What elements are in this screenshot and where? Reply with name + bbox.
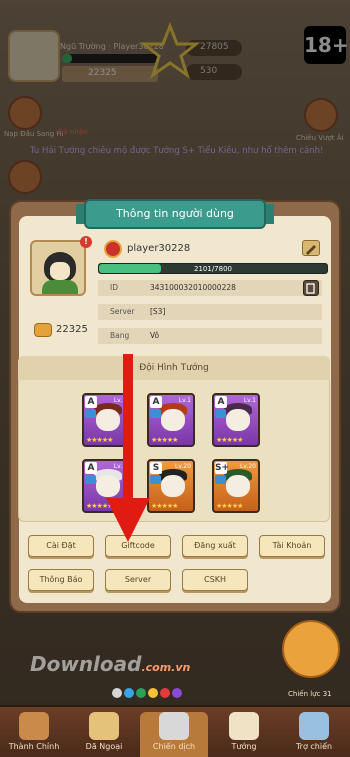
info-label: Bang [110, 331, 130, 340]
info-value: Vô [150, 331, 160, 340]
info-value: 343100032010000228 [150, 283, 236, 292]
watermark-tld: .com.vn [141, 661, 191, 674]
hero-face [161, 409, 185, 431]
copy-id-button[interactable] [303, 280, 319, 296]
hero-rank: A [150, 396, 162, 408]
info-value: [S3] [150, 307, 166, 316]
copy-icon [306, 283, 315, 294]
notice-button[interactable]: Thông Báo [28, 569, 94, 591]
nav-field[interactable]: Dã Ngoại [70, 712, 138, 757]
annotation-arrow-shaft [123, 354, 133, 506]
cskh-button[interactable]: CSKH [182, 569, 248, 591]
swords-icon [159, 712, 189, 740]
hero-face [161, 475, 185, 497]
hero-card[interactable]: A Lv.1 ★★★★★ [212, 393, 260, 447]
nav-campaign[interactable]: Chiến dịch [140, 712, 208, 757]
hero-level: Lv.20 [175, 463, 191, 470]
hero-stars: ★★★★★ [216, 436, 243, 444]
support-icon [299, 712, 329, 740]
player-avatar[interactable] [30, 240, 86, 296]
hero-level: Lv.1 [178, 397, 191, 404]
hero-level: Lv.20 [240, 463, 256, 470]
server-button[interactable]: Server [105, 569, 171, 591]
hero-icon [229, 712, 259, 740]
dot [136, 688, 146, 698]
hero-card[interactable]: S Lv.20 ★★★★★ [147, 459, 195, 513]
nav-main-city[interactable]: Thành Chính [0, 712, 68, 757]
watermark-dots [112, 683, 184, 702]
nav-support[interactable]: Trợ chiến [280, 712, 348, 757]
info-row-server: Server [S3] [98, 304, 322, 320]
castle-icon [19, 712, 49, 740]
hero-class-icon [215, 475, 226, 484]
level-badge-icon [104, 240, 122, 258]
hero-face [226, 409, 250, 431]
hero-class-icon [150, 475, 161, 484]
watermark-brand: Download [30, 652, 142, 676]
hero-face [96, 409, 120, 431]
settings-button[interactable]: Cài Đặt [28, 535, 94, 557]
nav-label: Chiến dịch [152, 742, 196, 751]
hero-stars: ★★★★★ [151, 502, 178, 510]
hero-class-icon [215, 409, 226, 418]
hero-level: Lv.1 [243, 397, 256, 404]
hero-class-icon [85, 475, 96, 484]
hero-rank: A [85, 396, 97, 408]
avatar-body [42, 280, 78, 294]
nav-label: Thành Chính [8, 742, 60, 751]
nav-label: Trợ chiến [295, 742, 333, 751]
team-title: Đội Hình Tướng [18, 356, 330, 380]
info-label: ID [110, 283, 118, 292]
annotation-arrow-head [106, 498, 150, 542]
info-label: Server [110, 307, 135, 316]
hero-face [226, 475, 250, 497]
download-watermark: Download.com.vn [30, 652, 190, 676]
exp-text: 2101/7800 [194, 265, 232, 273]
info-row-id: ID 343100032010000228 [98, 280, 322, 296]
hero-stars: ★★★★★ [86, 436, 113, 444]
dot [124, 688, 134, 698]
dot [148, 688, 158, 698]
hero-card[interactable]: A Lv.1 ★★★★★ [147, 393, 195, 447]
dot [112, 688, 122, 698]
nav-label: Dã Ngoại [85, 742, 123, 751]
battle-power-icon[interactable] [282, 620, 340, 678]
exp-bar: 2101/7800 [98, 263, 328, 274]
hero-rank: A [215, 396, 227, 408]
modal-title: Thông tin người dùng [84, 199, 266, 229]
nav-heroes[interactable]: Tướng [210, 712, 278, 757]
hero-stars: ★★★★★ [216, 502, 243, 510]
logout-button[interactable]: Đăng xuất [182, 535, 248, 557]
hero-rank: A [85, 462, 97, 474]
dot [160, 688, 170, 698]
player-name: player30228 [127, 243, 191, 254]
combat-power: 22325 [56, 324, 88, 335]
info-row-guild: Bang Vô [98, 328, 322, 344]
avatar-face [50, 262, 70, 280]
hero-class-icon [85, 409, 96, 418]
dot [172, 688, 182, 698]
battle-power-label: Chiến lực 31 [288, 690, 332, 698]
hero-rank: S [150, 462, 162, 474]
hero-rank: S+ [215, 462, 230, 474]
edit-name-button[interactable] [302, 240, 320, 256]
hero-face [96, 475, 120, 497]
hero-stars: ★★★★★ [151, 436, 178, 444]
scroll-icon [89, 712, 119, 740]
account-button[interactable]: Tài Khoản [259, 535, 325, 557]
hero-class-icon [150, 409, 161, 418]
hero-card[interactable]: S+ Lv.20 ★★★★★ [212, 459, 260, 513]
avatar-alert-icon: ! [80, 236, 92, 248]
pencil-icon [306, 245, 316, 255]
nav-label: Tướng [231, 742, 257, 751]
